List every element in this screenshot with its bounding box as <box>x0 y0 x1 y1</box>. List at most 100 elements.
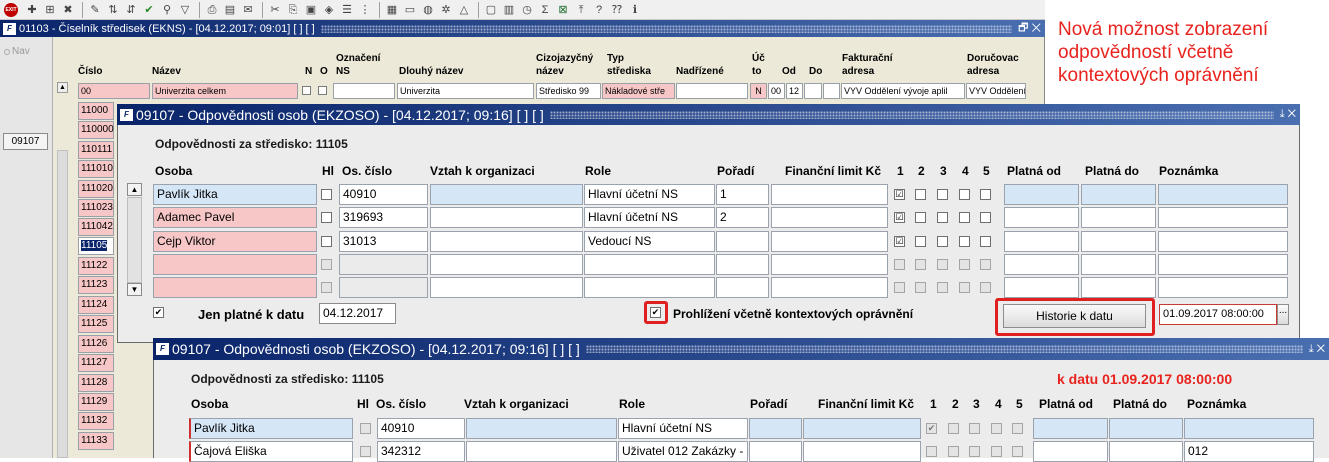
sort-asc-icon[interactable]: ⇅ <box>105 2 121 18</box>
list-item[interactable]: 11122 <box>78 257 114 275</box>
d1-row3-os-cislo[interactable]: 31013 <box>339 231 428 252</box>
d1-header-poradi[interactable]: Pořadí <box>717 164 754 178</box>
d1-header-os-cislo[interactable]: Os. číslo <box>342 164 392 178</box>
funnel-icon[interactable]: ▽ <box>177 2 193 18</box>
d2-row2-c2[interactable] <box>948 446 959 457</box>
d1-row5-limit[interactable] <box>771 277 888 298</box>
d1-row2-hl-checkbox[interactable] <box>321 212 332 223</box>
clock-icon[interactable]: ◷ <box>519 2 535 18</box>
excel-icon[interactable]: ⊠ <box>555 2 571 18</box>
d2-row1-poznamka[interactable] <box>1184 418 1314 439</box>
d1-row1-c1[interactable]: ☑ <box>894 189 905 200</box>
d1-row1-c3[interactable] <box>937 189 948 200</box>
d1-header-4[interactable]: 4 <box>962 164 969 178</box>
main-window-controls[interactable]: 🗗 ✕ <box>1018 19 1041 38</box>
list-item[interactable]: 111020 <box>78 180 114 198</box>
cell-typ[interactable]: Nákladové stře <box>602 83 675 99</box>
d1-row1-poradi[interactable]: 1 <box>716 184 769 205</box>
nav-button-09107[interactable]: 09107 <box>3 133 48 150</box>
d1-header-poznamka[interactable]: Poznámka <box>1159 164 1218 178</box>
context-help-icon[interactable]: ⁇ <box>609 2 625 18</box>
d1-row2-c1[interactable]: ☑ <box>894 212 905 223</box>
list-item[interactable]: 11124 <box>78 296 114 314</box>
d1-row5-role[interactable] <box>584 277 715 298</box>
list-item[interactable]: 11123 <box>78 276 114 294</box>
d2-row1-c4[interactable] <box>991 423 1002 434</box>
d1-row1-osoba[interactable]: Pavlík Jitka <box>153 184 317 205</box>
col-header-do[interactable]: Do <box>809 66 822 78</box>
d1-row4-c3[interactable] <box>937 259 948 270</box>
sort-desc-icon[interactable]: ⇵ <box>123 2 139 18</box>
d1-row1-hl-checkbox[interactable] <box>321 189 332 200</box>
d2-header-poradi[interactable]: Pořadí <box>750 397 787 411</box>
cut-icon[interactable]: ✂ <box>267 2 283 18</box>
d2-row2-c3[interactable] <box>969 446 980 457</box>
mail-icon[interactable]: ✉ <box>240 2 256 18</box>
d1-row3-role[interactable]: Vedoucí NS <box>584 231 715 252</box>
cell-cizojazycny[interactable]: Středisko 99 <box>536 83 601 99</box>
dialog1-vertical-scrollbar[interactable] <box>127 197 142 283</box>
list-icon[interactable]: ☰ <box>339 2 355 18</box>
paste-icon[interactable]: ▣ <box>303 2 319 18</box>
d2-row2-hl-checkbox[interactable] <box>360 446 371 457</box>
d1-row5-c3[interactable] <box>937 282 948 293</box>
col-header-uc[interactable]: Úč <box>752 53 765 65</box>
d1-row3-osoba[interactable]: Cejp Viktor <box>153 231 317 252</box>
d2-header-poznamka[interactable]: Poznámka <box>1187 397 1246 411</box>
d2-row1-c3[interactable] <box>969 423 980 434</box>
d1-row2-poradi[interactable]: 2 <box>716 207 769 228</box>
d2-row2-osoba[interactable]: Čajová Eliška <box>189 441 353 462</box>
preview-icon[interactable]: ▤ <box>222 2 238 18</box>
tree-icon[interactable]: ⋮ <box>357 2 373 18</box>
d1-row4-platna-od[interactable] <box>1004 254 1079 275</box>
d1-row2-c3[interactable] <box>937 212 948 223</box>
web-icon[interactable]: ◍ <box>420 2 436 18</box>
d2-row1-platna-od[interactable] <box>1033 418 1108 439</box>
d1-row2-os-cislo[interactable]: 319693 <box>339 207 428 228</box>
list-item[interactable]: 11132 <box>78 412 114 430</box>
d2-header-1[interactable]: 1 <box>930 397 937 411</box>
calendar-icon[interactable]: ▥ <box>501 2 517 18</box>
d1-header-1[interactable]: 1 <box>897 164 904 178</box>
exit-button[interactable]: EXIT <box>4 2 18 17</box>
d1-header-osoba[interactable]: Osoba <box>155 164 192 178</box>
d1-row3-c5[interactable] <box>980 236 991 247</box>
cell-dorucovaci[interactable]: VYV Oddělení <box>966 83 1026 99</box>
d1-row5-poznamka[interactable] <box>1158 277 1288 298</box>
d1-row2-platna-do[interactable] <box>1081 207 1156 228</box>
only-valid-checkbox[interactable]: ✔ <box>153 307 164 318</box>
copy-icon[interactable]: ⎘ <box>285 2 301 18</box>
d1-row3-poznamka[interactable] <box>1158 231 1288 252</box>
d1-row3-platna-do[interactable] <box>1081 231 1156 252</box>
d1-row1-poznamka[interactable] <box>1158 184 1288 205</box>
cell-dlouhy[interactable]: Univerzita <box>397 83 534 99</box>
d1-row2-limit[interactable] <box>771 207 888 228</box>
d2-header-vztah[interactable]: Vztah k organizaci <box>464 397 569 411</box>
col-header-nazev[interactable]: Název <box>152 66 181 78</box>
cell-fakturacni[interactable]: VYV Oddělení vývoje aplil <box>841 83 965 99</box>
d1-row5-platna-od[interactable] <box>1004 277 1079 298</box>
d1-row4-hl-checkbox[interactable] <box>321 259 332 270</box>
d1-row2-poznamka[interactable] <box>1158 207 1288 228</box>
d1-row2-c2[interactable] <box>915 212 926 223</box>
history-date-picker-button[interactable]: ... <box>1277 304 1289 325</box>
d1-row5-os-cislo[interactable] <box>339 277 428 298</box>
d1-row1-c5[interactable] <box>980 189 991 200</box>
d1-row3-vztah[interactable] <box>430 231 583 252</box>
cell-od[interactable]: 00 <box>768 83 785 99</box>
d1-header-5[interactable]: 5 <box>983 164 990 178</box>
scroll-up-icon[interactable]: ▲ <box>127 183 142 196</box>
d1-row3-c1[interactable]: ☑ <box>894 236 905 247</box>
history-button[interactable]: Historie k datu <box>1003 304 1146 328</box>
d1-row4-role[interactable] <box>584 254 715 275</box>
d1-row1-vztah[interactable] <box>430 184 583 205</box>
d2-row2-role[interactable]: Uživatel 012 Zakázky - <box>618 441 748 462</box>
d2-header-hl[interactable]: Hl <box>357 397 369 411</box>
context-permissions-checkbox[interactable]: ✔ <box>650 307 661 318</box>
d1-row4-c2[interactable] <box>915 259 926 270</box>
d1-row5-c2[interactable] <box>915 282 926 293</box>
d2-header-3[interactable]: 3 <box>973 397 980 411</box>
col-header-od[interactable]: Od <box>782 66 796 78</box>
info-icon[interactable]: ℹ <box>627 2 643 18</box>
history-date-input[interactable]: 01.09.2017 08:00:00 <box>1159 304 1277 325</box>
